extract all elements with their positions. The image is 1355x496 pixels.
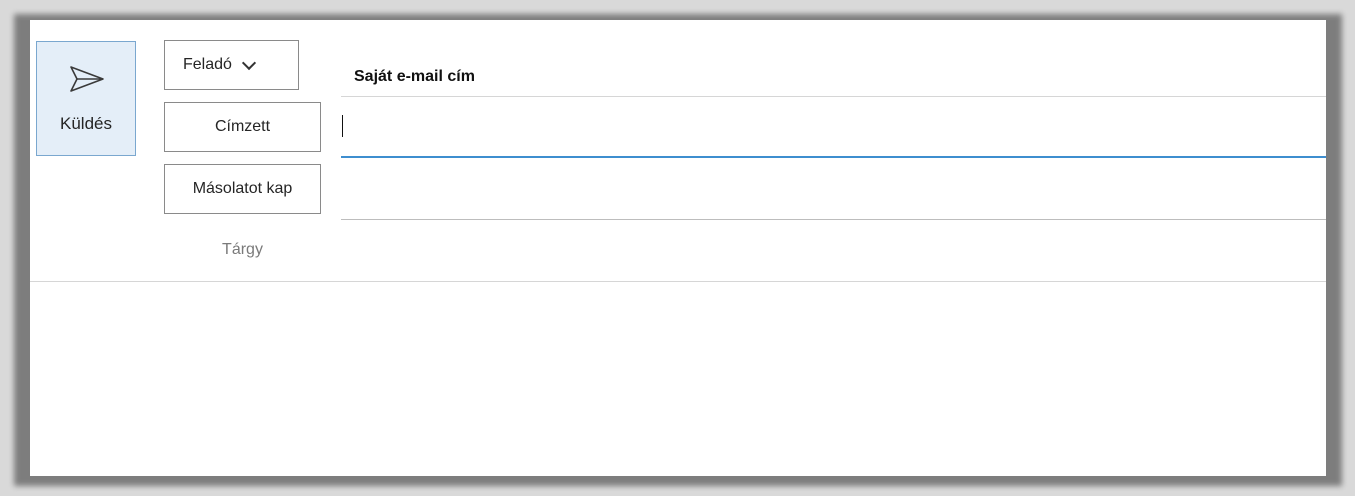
from-address: Saját e-mail cím [354,68,475,85]
cc-button[interactable]: Másolatot kap [164,164,321,214]
cc-field[interactable] [341,160,1326,220]
window-frame: Küldés Feladó Saját e-mail cím Címzett M… [0,0,1355,496]
compose-pane: Küldés Feladó Saját e-mail cím Címzett M… [30,20,1326,476]
message-body[interactable] [30,282,1326,476]
text-cursor [342,115,343,137]
to-button-label: Címzett [214,118,271,135]
send-icon [70,66,104,92]
from-divider [341,96,1326,97]
send-button[interactable]: Küldés [36,41,136,156]
subject-label: Tárgy [222,241,263,258]
from-button[interactable]: Feladó [164,40,299,90]
cc-button-label: Másolatot kap [192,180,293,197]
from-button-label: Feladó [183,56,232,73]
to-field[interactable] [341,98,1326,158]
subject-field[interactable] [330,225,1326,281]
chevron-down-icon [241,55,256,70]
to-button[interactable]: Címzett [164,102,321,152]
send-label: Küldés [60,114,112,133]
